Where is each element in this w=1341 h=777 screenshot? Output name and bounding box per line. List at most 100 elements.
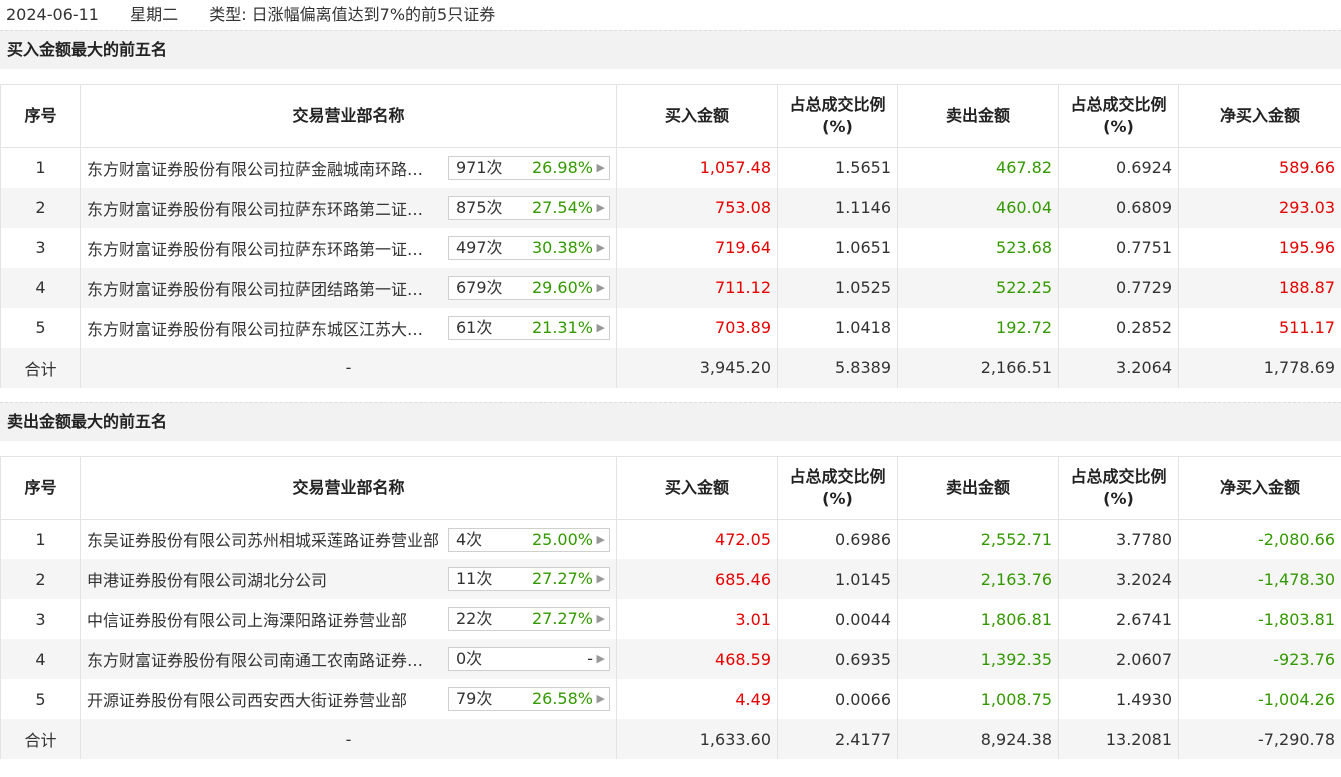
chevron-right-icon: ▶ <box>596 161 605 174</box>
sell-section-title: 卖出金额最大的前五名 <box>0 401 1341 441</box>
col-buy[interactable]: 买入金额 <box>616 456 778 519</box>
dept-name-link[interactable]: 东方财富证券股份有限公司拉萨金融城南环路证券营业部 <box>87 156 439 180</box>
col-dept: 交易营业部名称 <box>80 456 617 519</box>
dept-cell: 东方财富证券股份有限公司拉萨东城区江苏大道证券营业部 61次 21.31%▶ <box>80 307 617 348</box>
date-text: 2024-06-11 <box>6 5 99 24</box>
dept-stats-badge[interactable]: 0次 - ▶ <box>448 647 610 671</box>
dept-stats-badge[interactable]: 11次 27.27% ▶ <box>448 567 610 591</box>
table-row: 3 东方财富证券股份有限公司拉萨东环路第一证券营业部 497次 30.38% ▶ 719.… <box>0 227 1341 268</box>
buy-ratio: 0.6986 <box>777 519 898 559</box>
row-seq: 5 <box>0 307 81 348</box>
dept-stats-badge[interactable]: 679次 29.60% ▶ <box>448 275 610 300</box>
dept-name-link[interactable]: 中信证券股份有限公司上海溧阳路证券营业部 <box>87 607 439 631</box>
dept-name-link[interactable]: 东方财富证券股份有限公司拉萨东城区江苏大道证券营业部 <box>87 316 439 340</box>
col-sell[interactable]: 卖出金额 <box>897 456 1059 519</box>
total-dept: - <box>80 719 617 759</box>
buy-amount: 753.08 <box>616 187 778 228</box>
net-amount: -2,080.66 <box>1178 519 1341 559</box>
row-seq: 1 <box>0 519 81 559</box>
table-row: 4 东方财富证券股份有限公司南通工农南路证券营业部 0次 - ▶ 468.59 0.6935… <box>0 639 1341 679</box>
sell-ratio: 3.2024 <box>1058 559 1179 599</box>
chevron-right-icon: ▶ <box>596 572 605 585</box>
sell-ratio: 3.7780 <box>1058 519 1179 559</box>
win-rate: 27.54% <box>531 197 593 217</box>
dept-name-link[interactable]: 东方财富证券股份有限公司拉萨团结路第一证券营业部 <box>87 276 439 300</box>
trade-count: 79次 <box>456 689 493 708</box>
buy-ratio: 0.0044 <box>777 599 898 639</box>
dept-cell: 东方财富证券股份有限公司拉萨团结路第一证券营业部 679次 29.60% ▶ <box>80 267 617 308</box>
sell-amount: 1,806.81 <box>897 599 1059 639</box>
table-row: 3 中信证券股份有限公司上海溧阳路证券营业部 22次 27.27% ▶ 3.01 0.004… <box>0 599 1341 639</box>
info-bar: 2024-06-11 星期二 类型: 日涨幅偏离值达到7%的前5只证券 <box>0 0 1341 30</box>
dept-stats-badge[interactable]: 61次 21.31% ▶ <box>448 315 610 340</box>
win-rate: - <box>587 649 593 668</box>
total-sell-ratio: 3.2064 <box>1058 347 1179 388</box>
row-seq: 4 <box>0 639 81 679</box>
buy-amount: 719.64 <box>616 227 778 268</box>
buy-ratio: 0.0066 <box>777 679 898 719</box>
net-amount: -1,004.26 <box>1178 679 1341 719</box>
trade-count: 11次 <box>456 569 493 588</box>
win-rate: 26.98% <box>531 158 593 177</box>
sell-ratio: 0.7751 <box>1058 227 1179 268</box>
net-amount: 511.17 <box>1178 307 1341 348</box>
buy-amount: 703.89 <box>616 307 778 348</box>
table-row: 1 东吴证券股份有限公司苏州相城采莲路证券营业部 4次 25.00% ▶ 472.05 0.… <box>0 519 1341 559</box>
sell-ratio: 0.7729 <box>1058 267 1179 308</box>
col-buy-ratio[interactable]: 占总成交比例(%) <box>777 84 898 148</box>
dept-cell: 东方财富证券股份有限公司拉萨东环路第二证券营业部 875次 27.54% ▶ <box>80 187 617 228</box>
col-sell-ratio[interactable]: 占总成交比例(%) <box>1058 456 1179 519</box>
chevron-right-icon: ▶ <box>596 612 605 625</box>
sell-ratio: 0.2852 <box>1058 307 1179 348</box>
dept-stats-badge[interactable]: 22次 27.27% ▶ <box>448 607 610 631</box>
row-seq: 5 <box>0 679 81 719</box>
net-amount: -1,803.81 <box>1178 599 1341 639</box>
net-amount: 195.96 <box>1178 227 1341 268</box>
win-rate: 26.58% <box>531 689 593 708</box>
col-buy[interactable]: 买入金额 <box>616 84 778 148</box>
total-dept: - <box>80 347 617 388</box>
col-seq: 序号 <box>0 84 81 148</box>
total-net: -7,290.78 <box>1178 719 1341 759</box>
buy-ratio: 1.0525 <box>777 267 898 308</box>
total-buy-ratio: 5.8389 <box>777 347 898 388</box>
col-net[interactable]: 净买入金额 <box>1178 84 1341 148</box>
dept-name-link[interactable]: 东方财富证券股份有限公司拉萨东环路第二证券营业部 <box>87 196 439 220</box>
dept-stats-badge[interactable]: 79次 26.58% ▶ <box>448 687 610 711</box>
chevron-right-icon: ▶ <box>596 240 605 254</box>
dept-stats-badge[interactable]: 971次 26.98% ▶ <box>448 156 610 180</box>
total-sell: 2,166.51 <box>897 347 1059 388</box>
total-row: 合计 -3,945.20 5.8389 2,166.51 3.2064 1,778.69 <box>0 347 1341 388</box>
col-net[interactable]: 净买入金额 <box>1178 456 1341 519</box>
dept-name-link[interactable]: 东方财富证券股份有限公司南通工农南路证券营业部 <box>87 647 439 671</box>
net-amount: -923.76 <box>1178 639 1341 679</box>
dept-stats-badge[interactable]: 4次 25.00% ▶ <box>448 527 610 552</box>
dept-stats-badge[interactable]: 875次 27.54% ▶ <box>448 195 610 220</box>
sell-amount: 523.68 <box>897 227 1059 268</box>
row-seq: 1 <box>0 147 81 188</box>
win-rate: 29.60% <box>531 277 593 297</box>
buy-ratio: 1.0145 <box>777 559 898 599</box>
sell-amount: 467.82 <box>897 147 1059 188</box>
trade-count: 971次 <box>456 158 503 177</box>
col-buy-ratio[interactable]: 占总成交比例(%) <box>777 456 898 519</box>
chevron-right-icon: ▶ <box>596 532 605 546</box>
dept-cell: 东方财富证券股份有限公司南通工农南路证券营业部 0次 - ▶ <box>80 639 617 679</box>
dept-stats-badge[interactable]: 497次 30.38% ▶ <box>448 235 610 260</box>
buy-ratio: 1.0418 <box>777 307 898 348</box>
net-amount: 589.66 <box>1178 147 1341 188</box>
buy-table: 序号 交易营业部名称 买入金额 占总成交比例(%) 卖出金额 占总成交比例(%)… <box>0 84 1341 388</box>
chevron-right-icon: ▶ <box>596 652 605 665</box>
dept-name-link[interactable]: 东方财富证券股份有限公司拉萨东环路第一证券营业部 <box>87 236 439 260</box>
col-sell[interactable]: 卖出金额 <box>897 84 1059 148</box>
sell-ratio: 0.6809 <box>1058 187 1179 228</box>
dept-name-link[interactable]: 东吴证券股份有限公司苏州相城采莲路证券营业部 <box>87 527 439 551</box>
total-buy: 3,945.20 <box>616 347 778 388</box>
table-row: 5 开源证券股份有限公司西安西大街证券营业部 79次 26.58% ▶ 4.49 0.006… <box>0 679 1341 719</box>
sell-ratio: 0.6924 <box>1058 147 1179 188</box>
dept-name-link[interactable]: 申港证券股份有限公司湖北分公司 <box>87 567 439 591</box>
dept-name-link[interactable]: 开源证券股份有限公司西安西大街证券营业部 <box>87 687 439 711</box>
col-sell-ratio[interactable]: 占总成交比例(%) <box>1058 84 1179 148</box>
sell-amount: 2,552.71 <box>897 519 1059 559</box>
buy-ratio: 0.6935 <box>777 639 898 679</box>
